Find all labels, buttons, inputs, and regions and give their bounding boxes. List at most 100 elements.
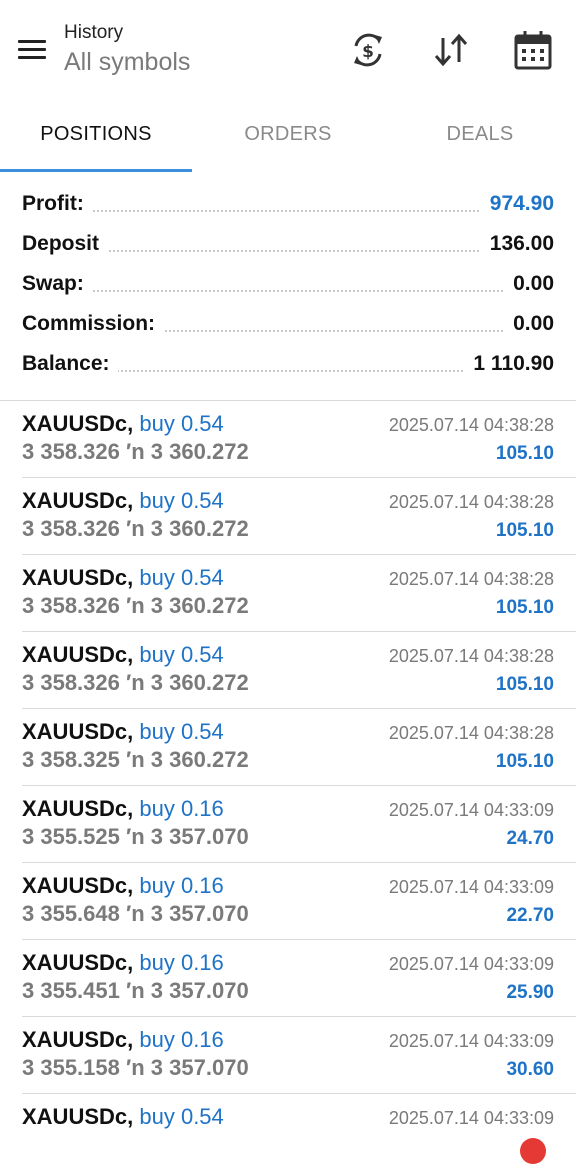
- symbol-name: XAUUSDc,: [22, 642, 134, 667]
- deal-symbol: XAUUSDc, buy 0.54: [22, 1104, 224, 1130]
- deal-prices: 3 355.158 ′n 3 357.070: [22, 1055, 249, 1080]
- deal-side: buy 0.16: [139, 796, 224, 821]
- list-item[interactable]: XAUUSDc, buy 0.16 3 355.158 ′n 3 357.070…: [22, 1017, 576, 1094]
- list-item[interactable]: XAUUSDc, buy 0.54 3 358.326 ′n 3 360.272…: [22, 555, 576, 632]
- list-item[interactable]: XAUUSDc, buy 0.54 3 358.326 ′n 3 360.272…: [22, 632, 576, 709]
- menu-bar: [18, 56, 46, 59]
- list-item[interactable]: XAUUSDc, buy 0.16 3 355.525 ′n 3 357.070…: [22, 786, 576, 863]
- deal-time: 2025.07.14 04:33:09: [388, 1031, 554, 1051]
- list-item[interactable]: XAUUSDc, buy 0.16 3 355.451 ′n 3 357.070…: [22, 940, 576, 1017]
- symbol-name: XAUUSDc,: [22, 796, 134, 821]
- symbol-name: XAUUSDc,: [22, 1104, 134, 1129]
- deal-prices: 3 358.325 ′n 3 360.272: [22, 747, 249, 772]
- list-item[interactable]: XAUUSDc, buy 0.16 3 355.648 ′n 3 357.070…: [22, 863, 576, 940]
- deal-profit: 25.90: [506, 982, 554, 1003]
- summary-row-balance: Balance: 1 110.90: [0, 346, 576, 386]
- deal-profit: 24.70: [506, 828, 554, 849]
- deal-side: buy 0.54: [139, 642, 224, 667]
- deal-symbol: XAUUSDc, buy 0.54: [22, 411, 224, 437]
- menu-bar: [18, 40, 46, 43]
- summary-row-commission: Commission: 0.00: [0, 306, 576, 346]
- deal-profit: 105.10: [495, 674, 554, 695]
- profit-value: 974.90: [479, 192, 554, 216]
- summary-label: Profit:: [22, 192, 92, 216]
- deal-side: buy 0.54: [139, 719, 224, 744]
- symbol-name: XAUUSDc,: [22, 565, 134, 590]
- list-item[interactable]: XAUUSDc, buy 0.54 3 358.325 ′n 3 360.272…: [22, 709, 576, 786]
- symbol-name: XAUUSDc,: [22, 411, 134, 436]
- deal-symbol: XAUUSDc, buy 0.54: [22, 488, 224, 514]
- deal-side: buy 0.54: [139, 411, 224, 436]
- symbol-name: XAUUSDc,: [22, 950, 134, 975]
- sort-icon[interactable]: [431, 28, 471, 72]
- tab-orders[interactable]: ORDERS: [192, 100, 384, 172]
- deal-time: 2025.07.14 04:38:28: [388, 415, 554, 435]
- deal-symbol: XAUUSDc, buy 0.16: [22, 873, 224, 899]
- tab-positions[interactable]: POSITIONS: [0, 100, 192, 172]
- deal-profit: 30.60: [506, 1059, 554, 1080]
- deal-time: 2025.07.14 04:33:09: [388, 954, 554, 974]
- deposit-value: 136.00: [479, 232, 554, 256]
- new-order-fab[interactable]: [520, 1138, 546, 1164]
- list-item[interactable]: XAUUSDc, buy 0.54 2025.07.14 04:33:09: [22, 1094, 576, 1170]
- deal-symbol: XAUUSDc, buy 0.54: [22, 719, 224, 745]
- title-block[interactable]: History All symbols: [64, 20, 190, 77]
- symbol-filter[interactable]: All symbols: [64, 47, 190, 77]
- deal-time: 2025.07.14 04:33:09: [388, 1108, 554, 1128]
- deal-prices: 3 358.326 ′n 3 360.272: [22, 593, 249, 618]
- commission-value: 0.00: [503, 312, 554, 336]
- deal-side: buy 0.54: [139, 1104, 224, 1129]
- deal-time: 2025.07.14 04:38:28: [388, 646, 554, 666]
- symbol-name: XAUUSDc,: [22, 873, 134, 898]
- deal-profit: 105.10: [495, 520, 554, 541]
- list-item[interactable]: XAUUSDc, buy 0.54 3 358.326 ′n 3 360.272…: [22, 401, 576, 478]
- deal-symbol: XAUUSDc, buy 0.54: [22, 642, 224, 668]
- deal-time: 2025.07.14 04:38:28: [388, 569, 554, 589]
- summary-label: Swap:: [22, 272, 92, 296]
- deal-symbol: XAUUSDc, buy 0.16: [22, 796, 224, 822]
- dotted-leader: [22, 290, 554, 292]
- symbol-name: XAUUSDc,: [22, 488, 134, 513]
- symbol-name: XAUUSDc,: [22, 719, 134, 744]
- active-tab-indicator: [0, 169, 192, 172]
- app-header: History All symbols $: [0, 0, 576, 100]
- deal-side: buy 0.54: [139, 488, 224, 513]
- deal-side: buy 0.16: [139, 1027, 224, 1052]
- deal-time: 2025.07.14 04:33:09: [388, 877, 554, 897]
- balance-value: 1 110.90: [463, 352, 554, 376]
- history-tabs: POSITIONS ORDERS DEALS: [0, 100, 576, 172]
- menu-icon[interactable]: [14, 36, 50, 64]
- currency-exchange-icon[interactable]: $: [348, 28, 388, 72]
- deal-symbol: XAUUSDc, buy 0.54: [22, 565, 224, 591]
- deal-time: 2025.07.14 04:38:28: [388, 723, 554, 743]
- list-item[interactable]: XAUUSDc, buy 0.54 3 358.326 ′n 3 360.272…: [22, 478, 576, 555]
- menu-bar: [18, 48, 46, 51]
- summary-row-swap: Swap: 0.00: [0, 266, 576, 306]
- summary-row-profit: Profit: 974.90: [0, 186, 576, 226]
- summary-label: Balance:: [22, 352, 118, 376]
- deal-side: buy 0.16: [139, 873, 224, 898]
- calendar-icon[interactable]: [513, 28, 553, 72]
- deal-profit: 105.10: [495, 443, 554, 464]
- deal-prices: 3 358.326 ′n 3 360.272: [22, 439, 249, 464]
- dotted-leader: [22, 210, 554, 212]
- deal-time: 2025.07.14 04:33:09: [388, 800, 554, 820]
- deal-profit: 105.10: [495, 751, 554, 772]
- positions-list: XAUUSDc, buy 0.54 3 358.326 ′n 3 360.272…: [0, 401, 576, 1170]
- deal-prices: 3 358.326 ′n 3 360.272: [22, 670, 249, 695]
- deal-side: buy 0.54: [139, 565, 224, 590]
- summary-row-deposit: Deposit 136.00: [0, 226, 576, 266]
- summary-label: Commission:: [22, 312, 164, 336]
- deal-prices: 3 355.648 ′n 3 357.070: [22, 901, 249, 926]
- tab-deals[interactable]: DEALS: [384, 100, 576, 172]
- page-title: History: [64, 22, 124, 43]
- deal-prices: 3 358.326 ′n 3 360.272: [22, 516, 249, 541]
- deal-profit: 22.70: [506, 905, 554, 926]
- svg-text:$: $: [362, 42, 374, 62]
- deal-time: 2025.07.14 04:38:28: [388, 492, 554, 512]
- symbol-name: XAUUSDc,: [22, 1027, 134, 1052]
- deal-prices: 3 355.451 ′n 3 357.070: [22, 978, 249, 1003]
- deal-symbol: XAUUSDc, buy 0.16: [22, 1027, 224, 1053]
- summary-label: Deposit: [22, 232, 108, 256]
- summary-panel: Profit: 974.90 Deposit 136.00 Swap: 0.00…: [0, 186, 576, 386]
